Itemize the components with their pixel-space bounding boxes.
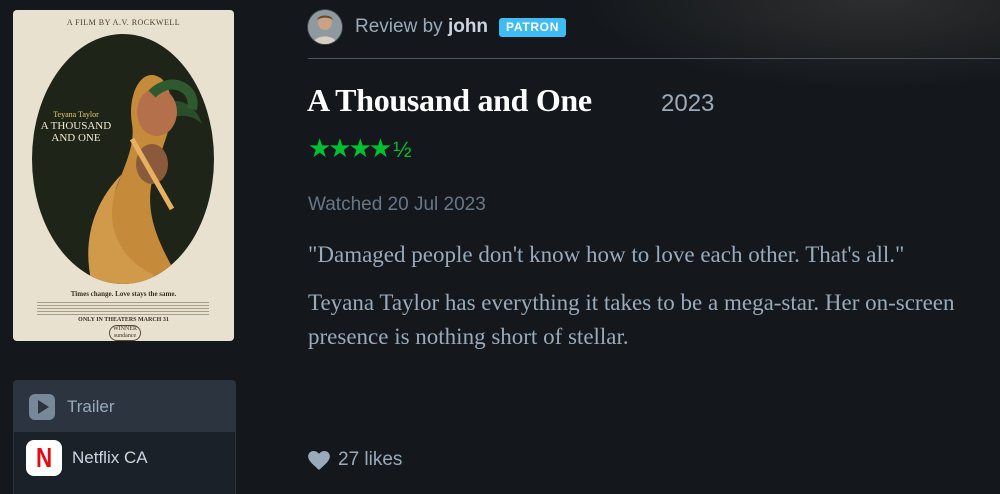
rating-stars: ★★★★	[308, 133, 392, 163]
play-icon	[29, 393, 55, 420]
poster-illustration	[88, 75, 202, 284]
watched-date[interactable]: Watched 20 Jul 2023	[308, 194, 486, 216]
avatar-photo	[308, 10, 342, 44]
poster-star-name: Teyana Taylor	[53, 110, 99, 119]
netflix-link[interactable]: N Netflix CA	[14, 432, 235, 484]
poster-tagline: Times change. Love stays the same.	[70, 290, 177, 298]
review-by-prefix: Review by	[355, 16, 443, 37]
heart-icon	[308, 450, 330, 470]
review-body: "Damaged people don't know how to love e…	[308, 238, 988, 368]
poster-credit: A FILM BY A.V. ROCKWELL	[66, 18, 181, 27]
film-poster[interactable]: A FILM BY A.V. ROCKWELL Teyana Taylor A …	[13, 10, 234, 341]
trailer-link[interactable]: Trailer	[14, 381, 235, 432]
username-link[interactable]: john	[448, 16, 488, 37]
netflix-label: Netflix CA	[72, 448, 148, 467]
poster-release: ONLY IN THEATERS MARCH 31	[78, 317, 169, 323]
watch-panel: Trailer N Netflix CA	[13, 380, 236, 494]
avatar[interactable]	[308, 10, 342, 44]
likes-link[interactable]: 27 likes	[308, 449, 402, 471]
likes-count: 27 likes	[338, 449, 403, 470]
poster-title: A THOUSAND AND ONE	[40, 120, 112, 144]
review-paragraph: Teyana Taylor has everything it takes to…	[308, 290, 955, 349]
poster-artwork	[32, 34, 214, 284]
background-glow	[580, 0, 1000, 90]
rating-half-star: ½	[393, 137, 412, 162]
review-paragraph: "Damaged people don't know how to love e…	[308, 242, 905, 267]
review-byline: Review by john	[355, 16, 488, 38]
header-divider	[308, 58, 1000, 59]
trailer-label: Trailer	[67, 396, 115, 416]
film-year[interactable]: 2023	[661, 90, 714, 118]
netflix-logo-icon: N	[26, 440, 62, 476]
patron-badge[interactable]: PATRON	[499, 18, 567, 37]
star-rating: ★★★★ ½	[308, 133, 412, 164]
poster-festival-laurel: WINNER sundance	[109, 325, 141, 341]
poster-billing-block	[37, 301, 209, 315]
film-title[interactable]: A Thousand and One	[307, 82, 592, 119]
